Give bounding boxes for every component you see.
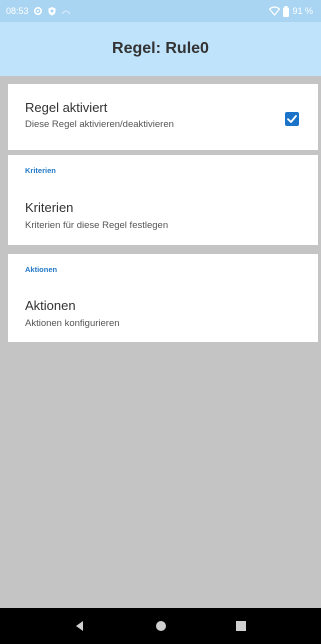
actions-section: Aktionen Aktionen Aktionen konfigurieren xyxy=(8,254,318,342)
home-button[interactable] xyxy=(149,614,173,638)
rule-enabled-row[interactable]: Regel aktiviert Diese Regel aktivieren/d… xyxy=(8,84,318,150)
actions-row[interactable]: Aktionen Aktionen konfigurieren xyxy=(8,282,318,342)
status-left: 08:53 xyxy=(6,0,71,22)
navigation-bar xyxy=(0,608,321,644)
recents-button[interactable] xyxy=(229,614,253,638)
status-time: 08:53 xyxy=(6,6,29,16)
actions-section-header: Aktionen xyxy=(25,265,58,274)
page-title: Regel: Rule0 xyxy=(112,40,209,57)
back-icon xyxy=(76,621,83,631)
criteria-section-header: Kriterien xyxy=(25,166,56,175)
criteria-row[interactable]: Kriterien Kriterien für diese Regel fest… xyxy=(8,183,318,245)
settings-list: Regel aktiviert Diese Regel aktivieren/d… xyxy=(0,76,321,608)
criteria-section: Kriterien Kriterien Kriterien für diese … xyxy=(8,155,318,245)
rule-enabled-title: Regel aktiviert xyxy=(25,100,108,115)
actions-title: Aktionen xyxy=(25,298,76,313)
actions-subtitle: Aktionen konfigurieren xyxy=(25,318,120,329)
recents-icon xyxy=(236,621,246,631)
status-right: 91 % xyxy=(269,0,313,22)
back-button[interactable] xyxy=(68,614,92,638)
shield-icon xyxy=(47,6,57,16)
signal-icon xyxy=(61,6,71,16)
app-bar: Regel: Rule0 xyxy=(0,22,321,76)
battery-icon xyxy=(283,5,290,17)
checkmark-icon xyxy=(287,115,297,123)
settings-icon xyxy=(33,6,43,16)
status-bar: 08:53 91 % xyxy=(0,0,321,22)
rule-enabled-checkbox[interactable] xyxy=(285,112,299,126)
criteria-title: Kriterien xyxy=(25,200,74,215)
home-icon xyxy=(156,621,166,631)
battery-level: 91 % xyxy=(292,6,313,16)
rule-enabled-subtitle: Diese Regel aktivieren/deaktivieren xyxy=(25,119,174,130)
criteria-subtitle: Kriterien für diese Regel festlegen xyxy=(25,220,169,231)
wifi-icon xyxy=(269,6,281,16)
